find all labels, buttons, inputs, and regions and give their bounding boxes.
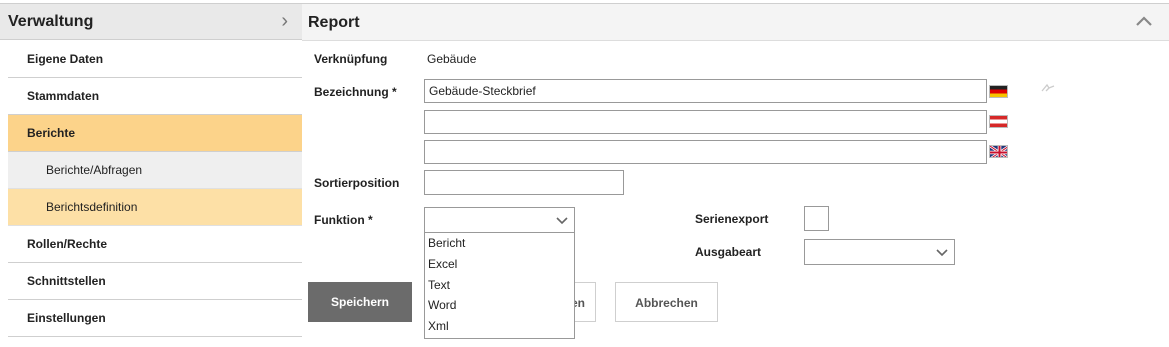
cancel-button[interactable]: Abbrechen <box>615 282 718 322</box>
sidebar: Verwaltung › Eigene Daten Stammdaten Ber… <box>0 0 302 347</box>
ausgabeart-label: Ausgabeart <box>695 245 762 259</box>
sidebar-item-stammdaten[interactable]: Stammdaten <box>8 78 302 115</box>
flag-gb-icon <box>989 145 1008 158</box>
funktion-dropdown-list: Bericht Excel Text Word Xml <box>424 232 575 339</box>
sortierposition-input[interactable] <box>424 170 624 195</box>
dropdown-option-xml[interactable]: Xml <box>425 316 574 337</box>
sidebar-item-rollen-rechte[interactable]: Rollen/Rechte <box>8 226 302 263</box>
sidebar-header[interactable]: Verwaltung › <box>0 3 302 40</box>
serienexport-label: Serienexport <box>695 212 769 226</box>
bezeichnung-label: Bezeichnung * <box>314 85 397 99</box>
chevron-right-icon[interactable]: › <box>281 10 288 32</box>
dropdown-option-word[interactable]: Word <box>425 295 574 316</box>
bezeichnung-at-input[interactable] <box>424 110 987 134</box>
dropdown-option-bericht[interactable]: Bericht <box>425 233 574 254</box>
funktion-select[interactable] <box>424 207 575 233</box>
ausgabeart-select[interactable] <box>804 239 955 265</box>
funktion-label: Funktion * <box>314 213 373 227</box>
serienexport-checkbox[interactable] <box>804 206 829 231</box>
sidebar-item-berichte[interactable]: Berichte <box>8 115 302 152</box>
chevron-down-icon <box>556 217 568 225</box>
sidebar-item-schnittstellen[interactable]: Schnittstellen <box>8 263 302 300</box>
chevron-up-icon[interactable] <box>1133 10 1155 32</box>
flag-de-icon <box>989 85 1008 98</box>
chevron-down-icon <box>936 249 948 257</box>
bezeichnung-de-input[interactable]: Gebäude-Steckbrief <box>424 79 987 103</box>
verknuepfung-label: Verknüpfung <box>314 52 388 66</box>
translate-icon[interactable] <box>1040 82 1056 94</box>
sidebar-item-einstellungen[interactable]: Einstellungen <box>8 300 302 337</box>
dropdown-option-text[interactable]: Text <box>425 275 574 296</box>
bezeichnung-gb-input[interactable] <box>424 140 987 164</box>
sidebar-subitem-berichte-abfragen[interactable]: Berichte/Abfragen <box>8 152 302 189</box>
page-title: Report <box>308 14 360 31</box>
sidebar-subitem-berichtsdefinition[interactable]: Berichtsdefinition <box>8 189 302 226</box>
sortierposition-label: Sortierposition <box>314 176 400 190</box>
report-panel: Report Verknüpfung Gebäude Bezeichnung *… <box>302 0 1169 347</box>
sidebar-title: Verwaltung <box>8 13 94 30</box>
panel-header: Report <box>302 3 1169 41</box>
dropdown-option-excel[interactable]: Excel <box>425 254 574 275</box>
flag-at-icon <box>989 115 1008 128</box>
verknuepfung-value: Gebäude <box>427 52 477 66</box>
save-button[interactable]: Speichern <box>308 282 412 322</box>
sidebar-item-eigene-daten[interactable]: Eigene Daten <box>8 41 302 78</box>
